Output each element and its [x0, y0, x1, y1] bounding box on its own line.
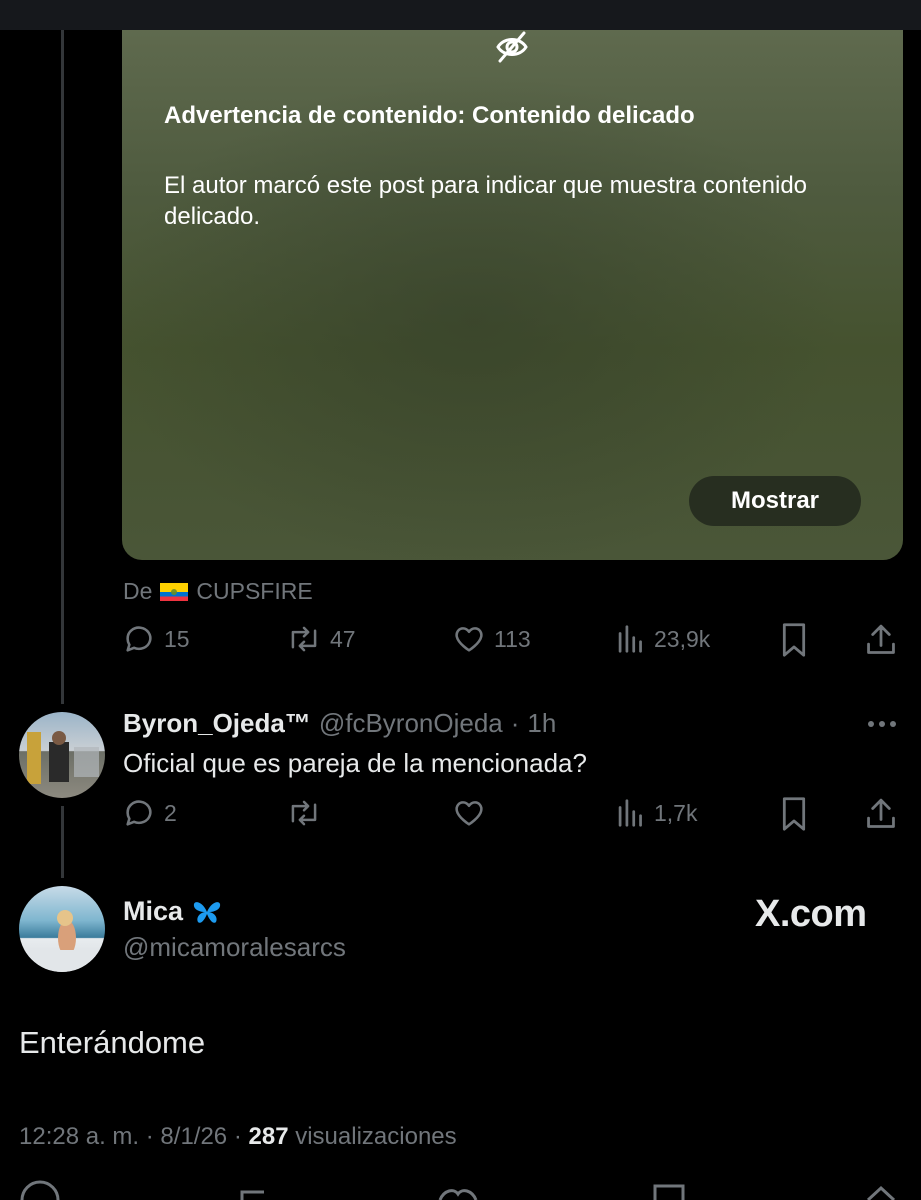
views-count: 23,9k	[654, 625, 711, 652]
reply-icon	[126, 626, 152, 652]
share-button[interactable]	[864, 622, 898, 658]
reply-button[interactable]: 15	[122, 622, 190, 656]
bookmark-button[interactable]	[778, 796, 810, 832]
reply-header: Byron_Ojeda™ @fcByronOjeda · 1h	[123, 708, 556, 739]
bookmark-icon	[782, 797, 806, 831]
views-chart-icon	[618, 625, 642, 653]
reply-icon	[126, 800, 152, 826]
more-options-icon[interactable]	[866, 712, 898, 736]
butterfly-icon	[193, 901, 221, 923]
views-label: visualizaciones	[295, 1123, 457, 1150]
reply-button[interactable]: 2	[122, 796, 177, 830]
quoted-author-name: Mica	[123, 896, 184, 926]
avatar[interactable]	[19, 886, 105, 972]
x-com-watermark: X.com	[755, 893, 867, 935]
cropped-action-bar	[20, 1180, 896, 1200]
views-button[interactable]: 23,9k	[616, 622, 710, 656]
source-line[interactable]: De CUPSFIRE	[123, 578, 313, 605]
repost-count: 47	[330, 625, 356, 652]
ecuador-flag-icon	[160, 582, 189, 601]
repost-icon	[291, 626, 317, 652]
heart-icon	[455, 801, 483, 826]
share-icon	[867, 624, 895, 654]
views-total: 287	[248, 1123, 289, 1150]
eye-slash-icon	[496, 31, 528, 63]
source-prefix: De	[123, 578, 153, 604]
top-bar	[0, 0, 921, 30]
heart-icon	[455, 627, 483, 652]
repost-icon	[291, 800, 317, 826]
avatar-photo	[19, 910, 105, 972]
bookmark-button[interactable]	[778, 622, 810, 658]
like-button[interactable]	[452, 796, 486, 830]
warning-body: El autor marcó este post para indicar qu…	[164, 172, 808, 230]
thread-line	[61, 30, 64, 704]
share-icon	[867, 798, 895, 828]
show-button[interactable]: Mostrar	[689, 476, 861, 526]
separator: ·	[510, 708, 520, 738]
reply-time[interactable]: 1h	[527, 708, 556, 739]
reply-author-name[interactable]: Byron_Ojeda™	[123, 708, 311, 739]
post-meta: 12:28 a. m. · 8/1/26 · 287 visualizacion…	[19, 1123, 457, 1151]
views-count: 1,7k	[654, 799, 698, 826]
views-chart-icon	[618, 799, 642, 827]
post-text: Enterándome	[19, 1025, 206, 1060]
bookmark-icon	[782, 623, 806, 657]
repost-button[interactable]: 47	[286, 622, 356, 656]
thread-line	[61, 806, 64, 878]
like-button[interactable]: 113	[452, 622, 531, 656]
warning-title: Advertencia de contenido: Contenido deli…	[164, 102, 695, 129]
separator: ·	[145, 1123, 154, 1150]
reply-count: 2	[164, 799, 177, 826]
separator: ·	[233, 1123, 242, 1150]
sensitive-media[interactable]: Advertencia de contenido: Contenido deli…	[122, 30, 903, 560]
avatar[interactable]	[19, 712, 105, 798]
views-button[interactable]: 1,7k	[616, 796, 697, 830]
avatar-photo	[27, 731, 99, 784]
quoted-author-name-row[interactable]: Mica	[123, 896, 223, 927]
repost-button[interactable]	[286, 796, 322, 830]
reply-text: Oficial que es pareja de la mencionada?	[123, 748, 587, 778]
reply-count: 15	[164, 625, 190, 652]
source-account: CUPSFIRE	[196, 578, 313, 604]
post-time[interactable]: 12:28 a. m.	[19, 1123, 139, 1150]
share-button[interactable]	[864, 796, 898, 832]
post-date[interactable]: 8/1/26	[160, 1123, 227, 1150]
reply-author-handle[interactable]: @fcByronOjeda	[319, 708, 503, 739]
like-count: 113	[494, 625, 531, 652]
quoted-author-handle[interactable]: @micamoralesarcs	[123, 932, 346, 963]
main-post-actions: 15 47 113 23,9k	[122, 622, 903, 662]
reply-actions: 2 1,7k	[122, 796, 903, 836]
